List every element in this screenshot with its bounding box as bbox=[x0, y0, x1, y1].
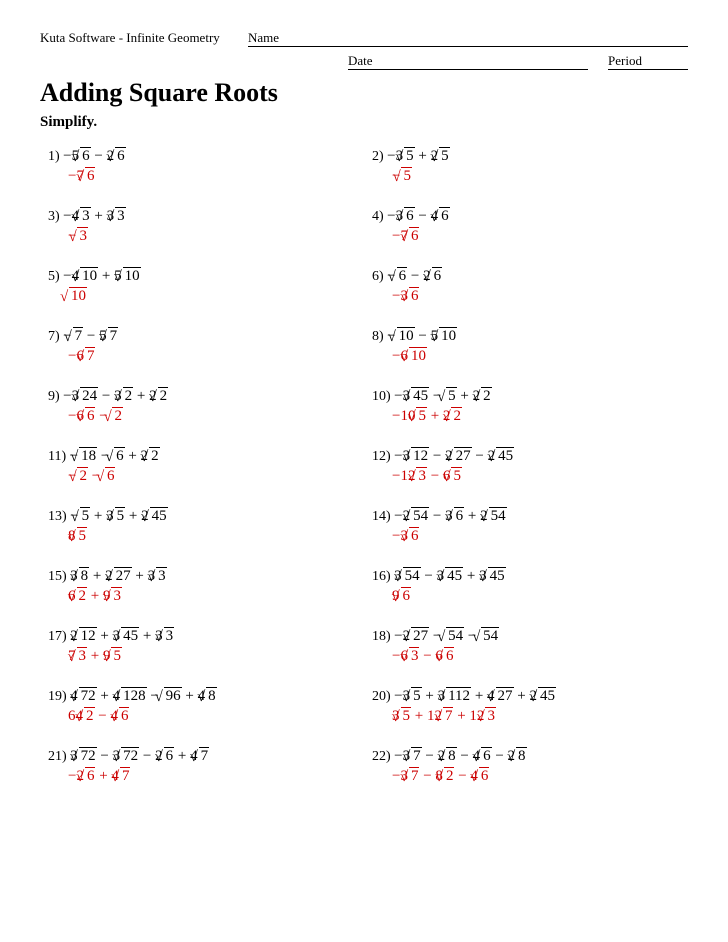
instruction: Simplify. bbox=[40, 114, 688, 131]
problem-item: 5) −4√10 + 5√10 √10 bbox=[40, 261, 364, 321]
problem-item: 19) 4√72 + 4√128 − √96 + 4√8 64√2 − 4√6 bbox=[40, 681, 364, 741]
problem-answer: −6√10 bbox=[372, 347, 680, 365]
problem-item: 7) −√7 − 5√7 −6√7 bbox=[40, 321, 364, 381]
problem-item: 18) −2√27 − √54 − √54 −6√3 − 6√6 bbox=[364, 621, 688, 681]
problem-item: 10) −3√45 − √5 + 2√2 −10√5 + 2√2 bbox=[364, 381, 688, 441]
problem-answer: −7√6 bbox=[48, 167, 356, 185]
problem-question: 1) −5√6 − 2√6 bbox=[48, 147, 356, 165]
problem-question: 16) 3√54 − 3√45 + 3√45 bbox=[372, 567, 680, 585]
problem-answer: 3√5 + 12√7 + 12√3 bbox=[372, 707, 680, 725]
problem-answer: −6√6 − √2 bbox=[48, 407, 356, 425]
problem-answer: −√3 bbox=[48, 227, 356, 245]
problem-item: 12) −3√12 − 2√27 − 2√45 −12√3 − 6√5 bbox=[364, 441, 688, 501]
problem-item: 16) 3√54 − 3√45 + 3√45 9√6 bbox=[364, 561, 688, 621]
problem-item: 1) −5√6 − 2√6 −7√6 bbox=[40, 141, 364, 201]
problem-item: 4) −3√6 − 4√6 −7√6 bbox=[364, 201, 688, 261]
problem-item: 14) −2√54 − 3√6 + 2√54 −3√6 bbox=[364, 501, 688, 561]
problem-item: 2) −3√5 + 2√5 −√5 bbox=[364, 141, 688, 201]
problem-answer: 7√3 + 9√5 bbox=[48, 647, 356, 665]
problem-question: 15) 3√8 + 2√27 + 3√3 bbox=[48, 567, 356, 585]
problems-grid: 1) −5√6 − 2√6 −7√6 2) −3√5 + 2√5 −√5 3) −4√3… bbox=[40, 141, 688, 801]
problem-question: 9) −3√24 − 3√2 + 2√2 bbox=[48, 387, 356, 405]
problem-item: 22) −3√7 − 2√8 − 4√6 − 2√8 −3√7 − 8√2 − 4… bbox=[364, 741, 688, 801]
problem-answer: 64√2 − 4√6 bbox=[48, 707, 356, 725]
problem-question: 17) 2√12 + 3√45 + 3√3 bbox=[48, 627, 356, 645]
header: Kuta Software - Infinite Geometry Name bbox=[40, 30, 688, 47]
problem-question: 4) −3√6 − 4√6 bbox=[372, 207, 680, 225]
page-title: Adding Square Roots bbox=[40, 78, 688, 108]
problem-answer: 6√2 + 9√3 bbox=[48, 587, 356, 605]
problem-question: 13) −√5 + 3√5 + 2√45 bbox=[48, 507, 356, 525]
date-period-line: Date Period bbox=[40, 53, 688, 70]
problem-answer: −√2 − √6 bbox=[48, 467, 356, 485]
problem-question: 8) −√10 − 5√10 bbox=[372, 327, 680, 345]
problem-item: 17) 2√12 + 3√45 + 3√3 7√3 + 9√5 bbox=[40, 621, 364, 681]
problem-answer: −3√6 bbox=[372, 527, 680, 545]
problem-item: 13) −√5 + 3√5 + 2√45 8√5 bbox=[40, 501, 364, 561]
name-line: Name bbox=[248, 30, 688, 47]
problem-question: 5) −4√10 + 5√10 bbox=[48, 267, 356, 285]
problem-question: 2) −3√5 + 2√5 bbox=[372, 147, 680, 165]
problem-question: 21) 3√72 − 3√72 − 2√6 + 4√7 bbox=[48, 747, 356, 765]
problem-answer: −6√3 − 6√6 bbox=[372, 647, 680, 665]
problem-answer: −3√6 bbox=[372, 287, 680, 305]
problem-item: 21) 3√72 − 3√72 − 2√6 + 4√7 −2√6 + 4√7 bbox=[40, 741, 364, 801]
problem-question: 12) −3√12 − 2√27 − 2√45 bbox=[372, 447, 680, 465]
problem-question: 19) 4√72 + 4√128 − √96 + 4√8 bbox=[48, 687, 356, 705]
problem-item: 3) −4√3 + 3√3 −√3 bbox=[40, 201, 364, 261]
problem-question: 3) −4√3 + 3√3 bbox=[48, 207, 356, 225]
problem-answer: −10√5 + 2√2 bbox=[372, 407, 680, 425]
date-label: Date bbox=[348, 53, 588, 70]
problem-answer: −12√3 − 6√5 bbox=[372, 467, 680, 485]
problem-question: 20) −3√5 + 3√112 + 4√27 + 2√45 bbox=[372, 687, 680, 705]
problem-question: 11) −√18 − √6 + 2√2 bbox=[48, 447, 356, 465]
problem-answer: √10 bbox=[48, 287, 356, 305]
problem-item: 6) −√6 − 2√6 −3√6 bbox=[364, 261, 688, 321]
problem-answer: −6√7 bbox=[48, 347, 356, 365]
problem-question: 14) −2√54 − 3√6 + 2√54 bbox=[372, 507, 680, 525]
problem-item: 20) −3√5 + 3√112 + 4√27 + 2√45 3√5 + 12√7… bbox=[364, 681, 688, 741]
problem-answer: −2√6 + 4√7 bbox=[48, 767, 356, 785]
problem-item: 15) 3√8 + 2√27 + 3√3 6√2 + 9√3 bbox=[40, 561, 364, 621]
problem-answer: −√5 bbox=[372, 167, 680, 185]
period-label: Period bbox=[608, 53, 688, 70]
problem-question: 6) −√6 − 2√6 bbox=[372, 267, 680, 285]
problem-answer: −3√7 − 8√2 − 4√6 bbox=[372, 767, 680, 785]
problem-item: 8) −√10 − 5√10 −6√10 bbox=[364, 321, 688, 381]
problem-question: 18) −2√27 − √54 − √54 bbox=[372, 627, 680, 645]
problem-question: 10) −3√45 − √5 + 2√2 bbox=[372, 387, 680, 405]
problem-answer: −7√6 bbox=[372, 227, 680, 245]
problem-question: 22) −3√7 − 2√8 − 4√6 − 2√8 bbox=[372, 747, 680, 765]
problem-question: 7) −√7 − 5√7 bbox=[48, 327, 356, 345]
problem-item: 11) −√18 − √6 + 2√2 −√2 − √6 bbox=[40, 441, 364, 501]
problem-answer: 8√5 bbox=[48, 527, 356, 545]
problem-answer: 9√6 bbox=[372, 587, 680, 605]
problem-item: 9) −3√24 − 3√2 + 2√2 −6√6 − √2 bbox=[40, 381, 364, 441]
software-name: Kuta Software - Infinite Geometry bbox=[40, 30, 220, 46]
